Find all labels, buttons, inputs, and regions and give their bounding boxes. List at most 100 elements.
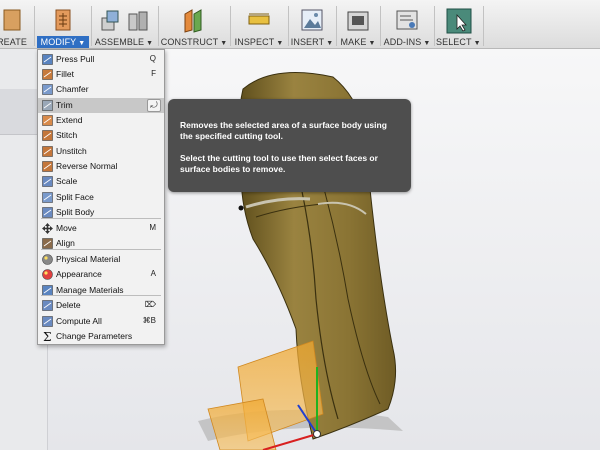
create-menu-button[interactable]: REATE	[0, 0, 28, 49]
add-ins-menu-button[interactable]: ADD-INS ▼	[382, 0, 432, 49]
new-component-icon	[101, 10, 119, 31]
compute-all-icon	[42, 316, 53, 327]
menu-item-label: Align	[56, 238, 75, 248]
toolbar-separator	[288, 6, 289, 46]
chevron-down-icon: ▼	[368, 40, 376, 47]
modify-menu-button[interactable]: MODIFY ▼	[37, 0, 89, 49]
menu-item-label: Fillet	[56, 69, 74, 79]
menu-item-delete[interactable]: Delete ⌦	[38, 298, 164, 313]
menu-item-press-pull[interactable]: Press Pull Q	[38, 52, 164, 67]
chamfer-icon	[42, 84, 53, 95]
press-pull-toolbar-icon	[55, 9, 71, 31]
measure-icon	[248, 13, 270, 25]
make-label: MAKE	[340, 37, 367, 47]
toolbar-separator	[34, 6, 35, 46]
inspect-label: INSPECT	[234, 37, 275, 47]
chevron-down-icon: ▼	[473, 40, 481, 47]
menu-item-label: Press Pull	[56, 54, 95, 64]
toolbar-separator	[483, 6, 484, 46]
menu-item-shortcut: M	[149, 223, 156, 232]
modify-label: MODIFY	[40, 37, 77, 47]
menu-item-reverse-normal[interactable]: Reverse Normal	[38, 159, 164, 174]
tooltip-instruction: Select the cutting tool to use then sele…	[180, 153, 378, 174]
toolbar: REATE MODIFY ▼ ASSEMBLE ▼ CONSTRUCT ▼ INSPE…	[0, 0, 600, 49]
press-pull-icon	[42, 54, 53, 65]
menu-item-label: Split Body	[56, 207, 95, 217]
split-face-icon	[42, 192, 53, 203]
assemble-menu-button[interactable]: ASSEMBLE ▼	[93, 0, 155, 49]
menu-item-label: Split Face	[56, 192, 94, 202]
change-parameters-icon: Σ	[42, 330, 53, 344]
menu-item-label: Appearance	[56, 269, 102, 279]
select-cursor-icon	[446, 8, 472, 34]
toolbar-separator	[336, 6, 337, 46]
joint-icon	[128, 11, 148, 31]
split-body-icon	[42, 207, 53, 218]
menu-item-scale[interactable]: Scale	[38, 174, 164, 189]
menu-item-extend[interactable]: Extend	[38, 113, 164, 128]
toolbar-separator	[230, 6, 231, 46]
insert-menu-button[interactable]: INSERT ▼	[290, 0, 334, 49]
menu-item-shortcut: A	[150, 269, 156, 278]
scale-icon	[42, 176, 53, 187]
toolbar-separator	[380, 6, 381, 46]
construct-label: CONSTRUCT	[160, 37, 219, 47]
reverse-normal-icon	[42, 161, 53, 172]
trim-icon	[42, 100, 53, 111]
pin-to-toolbar-icon[interactable]: ⤾	[147, 99, 161, 112]
menu-item-label: Physical Material	[56, 254, 121, 264]
select-label: SELECT	[436, 37, 472, 47]
manipulator-origin[interactable]	[313, 430, 321, 438]
menu-separator	[41, 249, 161, 250]
chevron-down-icon: ▼	[146, 40, 154, 47]
menu-item-label: Change Parameters	[56, 331, 133, 341]
menu-item-change-parameters[interactable]: Σ Change Parameters	[38, 329, 164, 344]
menu-item-label: Scale	[56, 176, 78, 186]
make-menu-button[interactable]: MAKE ▼	[338, 0, 378, 49]
menu-item-move[interactable]: Move M	[38, 221, 164, 236]
menu-item-shortcut: ⌘B	[142, 316, 156, 325]
menu-item-appearance[interactable]: Appearance A	[38, 267, 164, 282]
menu-separator	[41, 218, 161, 219]
select-menu-button[interactable]: SELECT ▼	[436, 0, 481, 49]
create-label: REATE	[0, 37, 27, 47]
menu-item-label: Stitch	[56, 130, 78, 140]
chevron-down-icon: ▼	[220, 40, 228, 47]
menu-item-shortcut: F	[151, 69, 156, 78]
menu-item-label: Delete	[56, 300, 81, 310]
menu-item-label: Trim	[56, 100, 73, 110]
menu-item-compute-all[interactable]: Compute All ⌘B	[38, 314, 164, 329]
physical-material-icon	[42, 254, 53, 265]
menu-item-physical-material[interactable]: Physical Material	[38, 252, 164, 267]
create-icon	[3, 9, 21, 31]
chevron-down-icon: ▼	[423, 40, 431, 47]
assemble-label: ASSEMBLE	[94, 37, 145, 47]
unstitch-icon	[42, 146, 53, 157]
construct-menu-button[interactable]: CONSTRUCT ▼	[160, 0, 228, 49]
menu-item-trim[interactable]: Trim ⤾	[38, 98, 164, 113]
menu-item-fillet[interactable]: Fillet F	[38, 67, 164, 82]
menu-item-unstitch[interactable]: Unstitch	[38, 144, 164, 159]
inspect-menu-button[interactable]: INSPECT ▼	[232, 0, 286, 49]
menu-item-stitch[interactable]: Stitch	[38, 128, 164, 143]
svg-text:Σ: Σ	[43, 331, 51, 342]
appearance-icon	[42, 269, 53, 280]
trim-tooltip: Removes the selected area of a surface b…	[168, 99, 411, 192]
offset-plane-icon	[184, 9, 202, 33]
menu-item-chamfer[interactable]: Chamfer	[38, 82, 164, 97]
align-icon	[42, 238, 53, 249]
insert-label: INSERT	[290, 37, 325, 47]
chevron-down-icon: ▼	[276, 40, 284, 47]
menu-item-label: Extend	[56, 115, 83, 125]
add-ins-label: ADD-INS	[383, 37, 422, 47]
vertex-point	[238, 205, 244, 211]
scripts-add-ins-icon	[396, 10, 418, 30]
menu-item-label: Reverse Normal	[56, 161, 118, 171]
menu-separator	[41, 295, 161, 296]
menu-item-split-face[interactable]: Split Face	[38, 190, 164, 205]
menu-item-shortcut: Q	[149, 54, 156, 63]
menu-item-label: Move	[56, 223, 77, 233]
toolbar-separator	[91, 6, 92, 46]
insert-image-icon	[301, 9, 323, 31]
toolbar-separator	[158, 6, 159, 46]
